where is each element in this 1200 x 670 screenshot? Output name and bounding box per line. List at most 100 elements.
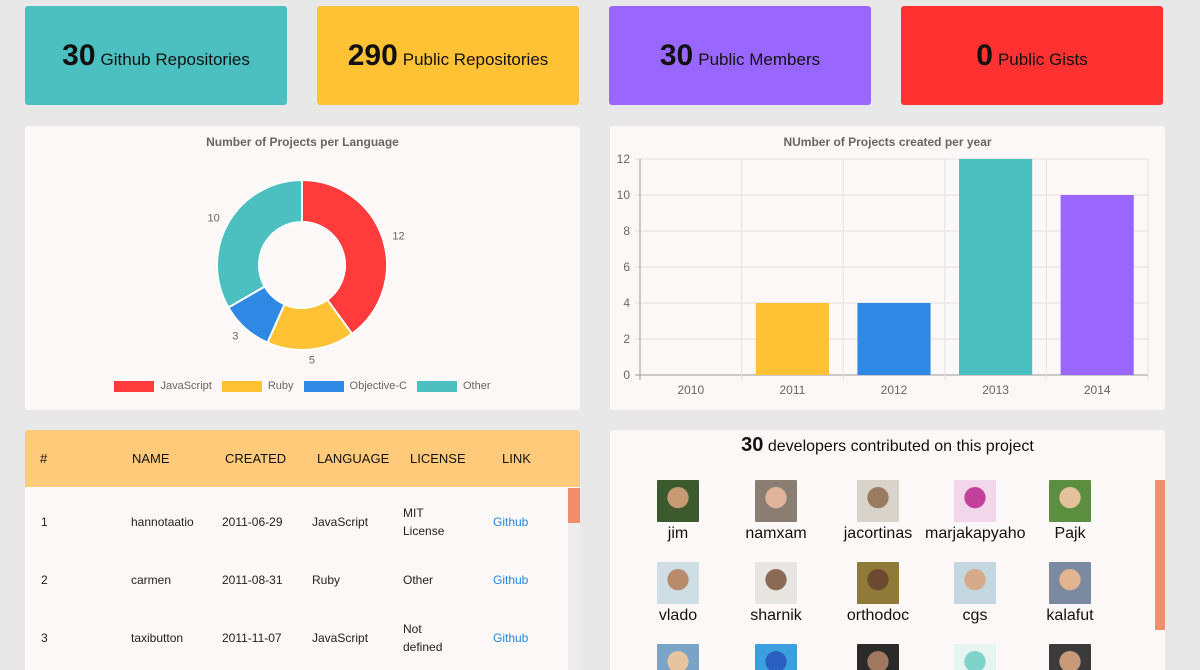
- avatar[interactable]: [954, 562, 996, 604]
- developer-card[interactable]: orthodoc: [828, 562, 928, 625]
- github-link[interactable]: Github: [493, 573, 528, 587]
- developer-name[interactable]: kalafut: [1020, 607, 1120, 625]
- github-link[interactable]: Github: [493, 515, 528, 529]
- cell-id: 3: [41, 631, 48, 645]
- developer-name[interactable]: jacortinas: [828, 525, 928, 543]
- x-tick-label: 2010: [677, 383, 704, 397]
- legend-item[interactable]: JavaScript: [114, 380, 212, 392]
- developer-card[interactable]: sharnik: [726, 562, 826, 625]
- slice-other[interactable]: [216, 178, 303, 309]
- avatar[interactable]: [1049, 562, 1091, 604]
- developer-card[interactable]: [925, 644, 1025, 670]
- header-created: CREATED: [225, 451, 287, 466]
- cell-license-line2: defined: [403, 640, 443, 654]
- legend-swatch: [221, 380, 262, 392]
- stat-card-public-repos: 290 Public Repositories: [317, 6, 579, 105]
- cell-link: Github: [493, 515, 528, 529]
- avatar[interactable]: [755, 644, 797, 670]
- developers-count: 30: [741, 434, 764, 456]
- avatar[interactable]: [657, 644, 699, 670]
- bar-2013[interactable]: [959, 159, 1033, 375]
- cell-created: 2011-11-07: [222, 631, 282, 645]
- legend-label: Ruby: [267, 380, 294, 392]
- avatar[interactable]: [954, 480, 996, 522]
- avatar[interactable]: [857, 480, 899, 522]
- developer-name[interactable]: jim: [628, 525, 728, 543]
- avatar[interactable]: [1049, 480, 1091, 522]
- developer-card[interactable]: Pajk: [1020, 480, 1120, 543]
- cell-name: taxibutton: [131, 631, 184, 645]
- stat-number: 30: [62, 38, 96, 72]
- legend-item[interactable]: Other: [417, 380, 491, 392]
- legend-swatch: [114, 380, 155, 392]
- avatar[interactable]: [755, 562, 797, 604]
- language-chart-card: Number of Projects per Language 12 5 3 10 J…: [25, 126, 580, 410]
- y-tick-label: 12: [617, 152, 631, 166]
- legend-item[interactable]: Ruby: [221, 380, 294, 392]
- avatar[interactable]: [657, 562, 699, 604]
- developer-name[interactable]: vlado: [628, 607, 728, 625]
- stat-number: 290: [347, 38, 398, 72]
- developer-name[interactable]: sharnik: [726, 607, 826, 625]
- avatar[interactable]: [755, 480, 797, 522]
- developer-name[interactable]: Pajk: [1020, 525, 1120, 543]
- cell-license-line1: Not: [403, 622, 422, 636]
- developer-card[interactable]: marjakapyaho: [925, 480, 1026, 543]
- table-header: # NAME CREATED LANGUAGE LICENSE LINK: [25, 430, 580, 487]
- cell-link: Github: [493, 573, 528, 587]
- x-tick-label: 2012: [881, 383, 908, 397]
- developer-name[interactable]: orthodoc: [828, 607, 928, 625]
- y-tick-label: 10: [617, 188, 631, 202]
- x-tick-label: 2011: [779, 383, 805, 397]
- developer-card[interactable]: cgs: [925, 562, 1025, 625]
- developer-card[interactable]: jacortinas: [828, 480, 928, 543]
- table-scrollbar-thumb[interactable]: [568, 488, 580, 523]
- developer-card[interactable]: jim: [628, 480, 728, 543]
- avatar[interactable]: [857, 562, 899, 604]
- avatar[interactable]: [954, 644, 996, 670]
- stat-number: 0: [976, 38, 993, 72]
- slice-value-label: 5: [309, 354, 315, 366]
- cell-name: carmen: [131, 573, 172, 587]
- developer-name[interactable]: marjakapyaho: [925, 525, 1026, 543]
- y-tick-label: 6: [623, 260, 630, 274]
- stat-label: Public Gists: [997, 49, 1088, 69]
- cell-id: 2: [41, 573, 48, 587]
- header-number: #: [40, 451, 48, 466]
- cell-license-line1: MIT: [403, 506, 424, 520]
- developer-card[interactable]: namxam: [726, 480, 826, 543]
- legend-item[interactable]: Objective-C: [303, 380, 407, 392]
- legend-swatch: [303, 380, 344, 392]
- github-link[interactable]: Github: [493, 631, 528, 645]
- bar-2012[interactable]: [857, 303, 931, 375]
- developers-card: 30 developers contributed on this projec…: [610, 430, 1165, 670]
- legend-label: Objective-C: [349, 380, 407, 392]
- cell-language: JavaScript: [312, 631, 369, 645]
- developer-card[interactable]: [1020, 644, 1120, 670]
- developer-card[interactable]: [828, 644, 928, 670]
- developer-card[interactable]: kalafut: [1020, 562, 1120, 625]
- x-tick-label: 2014: [1084, 383, 1111, 397]
- projects-table: # NAME CREATED LANGUAGE LICENSE LINK 1 h…: [25, 430, 580, 670]
- avatar[interactable]: [1049, 644, 1091, 670]
- y-tick-label: 8: [623, 224, 630, 238]
- developer-name[interactable]: namxam: [726, 525, 826, 543]
- y-tick-label: 2: [623, 332, 630, 346]
- developer-card[interactable]: [726, 644, 826, 670]
- developers-scrollbar-thumb[interactable]: [1155, 480, 1165, 630]
- stat-card-public-gists: 0 Public Gists: [901, 6, 1163, 105]
- avatar[interactable]: [857, 644, 899, 670]
- cell-language: JavaScript: [312, 515, 369, 529]
- developer-card[interactable]: [628, 644, 728, 670]
- cell-created: 2011-08-31: [222, 573, 283, 587]
- header-name: NAME: [132, 451, 170, 466]
- language-chart-legend: JavaScript Ruby Objective-C Other: [25, 380, 580, 392]
- bar-2014[interactable]: [1060, 195, 1134, 375]
- developer-name[interactable]: cgs: [925, 607, 1025, 625]
- bar-2011[interactable]: [755, 303, 829, 375]
- year-chart-card: NUmber of Projects created per year 0246…: [610, 126, 1165, 410]
- developer-card[interactable]: vlado: [628, 562, 728, 625]
- avatar[interactable]: [657, 480, 699, 522]
- table-row: 3 taxibutton 2011-11-07 JavaScript Not d…: [25, 608, 568, 666]
- cell-created: 2011-06-29: [222, 515, 283, 529]
